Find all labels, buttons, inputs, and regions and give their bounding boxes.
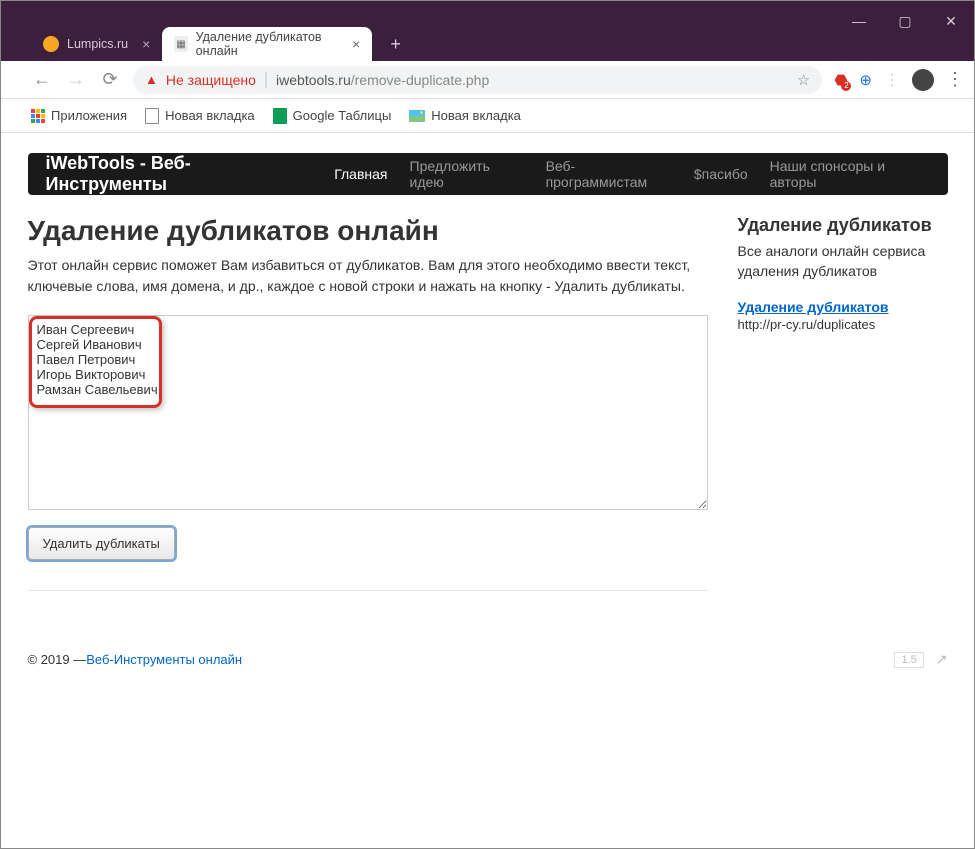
back-button[interactable]: ← — [31, 69, 53, 90]
divider — [28, 590, 708, 591]
external-link-icon[interactable]: ↗ — [936, 651, 948, 668]
browser-tab-active[interactable]: ▦ Удаление дубликатов онлайн × — [162, 27, 372, 61]
browser-titlebar: Lumpics.ru × ▦ Удаление дубликатов онлай… — [1, 1, 974, 61]
sidebar-heading: Удаление дубликатов — [738, 215, 948, 236]
page-title: Удаление дубликатов онлайн — [28, 215, 708, 247]
footer-copyright: © 2019 — — [28, 652, 87, 667]
bookmark-label: Google Таблицы — [293, 108, 392, 123]
bookmark-label: Приложения — [51, 108, 127, 123]
profile-avatar[interactable] — [912, 69, 934, 91]
new-tab-button[interactable]: + — [382, 27, 409, 61]
footer-stat: 1.5 — [894, 652, 923, 668]
bookmark-label: Новая вкладка — [165, 108, 255, 123]
minimize-button[interactable]: — — [836, 1, 882, 41]
url-text: iwebtools.ru/remove-duplicate.php — [276, 72, 489, 88]
forward-button: → — [65, 69, 87, 90]
extension-adblock-icon[interactable]: ⬣ — [834, 71, 847, 89]
main-content: Удаление дубликатов онлайн Этот онлайн с… — [28, 215, 708, 591]
warning-icon: ▲ — [145, 72, 158, 87]
bookmark-sheets[interactable]: Google Таблицы — [273, 108, 392, 124]
nav-thanks[interactable]: $пасибо — [694, 166, 748, 182]
sidebar: Удаление дубликатов Все аналоги онлайн с… — [738, 215, 948, 591]
reload-button[interactable]: ⟳ — [99, 69, 121, 90]
image-icon — [409, 110, 425, 122]
close-icon[interactable]: × — [352, 36, 360, 52]
bookmark-newtab[interactable]: Новая вкладка — [409, 108, 521, 123]
maximize-button[interactable]: ▢ — [882, 1, 928, 41]
nav-devs[interactable]: Веб-программистам — [546, 158, 672, 190]
bookmarks-bar: Приложения Новая вкладка Google Таблицы … — [1, 99, 974, 133]
url-field[interactable]: ▲ Не защищено | iwebtools.ru/remove-dupl… — [133, 66, 822, 94]
browser-tab-inactive[interactable]: Lumpics.ru × — [31, 27, 162, 61]
bookmark-star-icon[interactable]: ☆ — [797, 71, 810, 89]
tab-title: Lumpics.ru — [67, 37, 128, 51]
favicon-icon: ▦ — [174, 36, 187, 52]
close-window-button[interactable]: ✕ — [928, 1, 974, 41]
bookmark-apps[interactable]: Приложения — [31, 108, 127, 123]
bookmark-label: Новая вкладка — [431, 108, 521, 123]
sheets-icon — [273, 108, 287, 124]
site-brand[interactable]: iWebTools - Веб-Инструменты — [46, 153, 303, 195]
extension-globe-icon[interactable]: ⊕ — [859, 71, 872, 89]
page-description: Этот онлайн сервис поможет Вам избавитьс… — [28, 255, 708, 297]
favicon-icon — [43, 36, 59, 52]
window-controls: — ▢ ✕ — [836, 1, 974, 41]
security-label: Не защищено — [166, 72, 256, 88]
duplicates-textarea[interactable] — [28, 315, 708, 510]
close-icon[interactable]: × — [142, 36, 150, 52]
nav-home[interactable]: Главная — [334, 166, 387, 182]
footer-link[interactable]: Веб-Инструменты онлайн — [86, 652, 242, 667]
address-bar: ← → ⟳ ▲ Не защищено | iwebtools.ru/remov… — [1, 61, 974, 99]
sidebar-link-url: http://pr-cy.ru/duplicates — [738, 317, 948, 332]
document-icon — [145, 108, 159, 124]
bookmark-newtab[interactable]: Новая вкладка — [145, 108, 255, 124]
nav-sponsors[interactable]: Наши спонсоры и авторы — [770, 158, 930, 190]
apps-grid-icon — [31, 109, 45, 123]
site-navbar: iWebTools - Веб-Инструменты Главная Пред… — [28, 153, 948, 195]
tab-title: Удаление дубликатов онлайн — [196, 30, 339, 58]
sidebar-text: Все аналоги онлайн сервиса удаления дубл… — [738, 242, 948, 281]
sidebar-link[interactable]: Удаление дубликатов — [738, 299, 889, 315]
remove-duplicates-button[interactable]: Удалить дубликаты — [28, 527, 175, 560]
browser-menu-icon[interactable]: ⋮ — [946, 69, 964, 90]
footer: © 2019 — Веб-Инструменты онлайн 1.5 ↗ — [28, 651, 948, 668]
nav-suggest[interactable]: Предложить идею — [410, 158, 524, 190]
